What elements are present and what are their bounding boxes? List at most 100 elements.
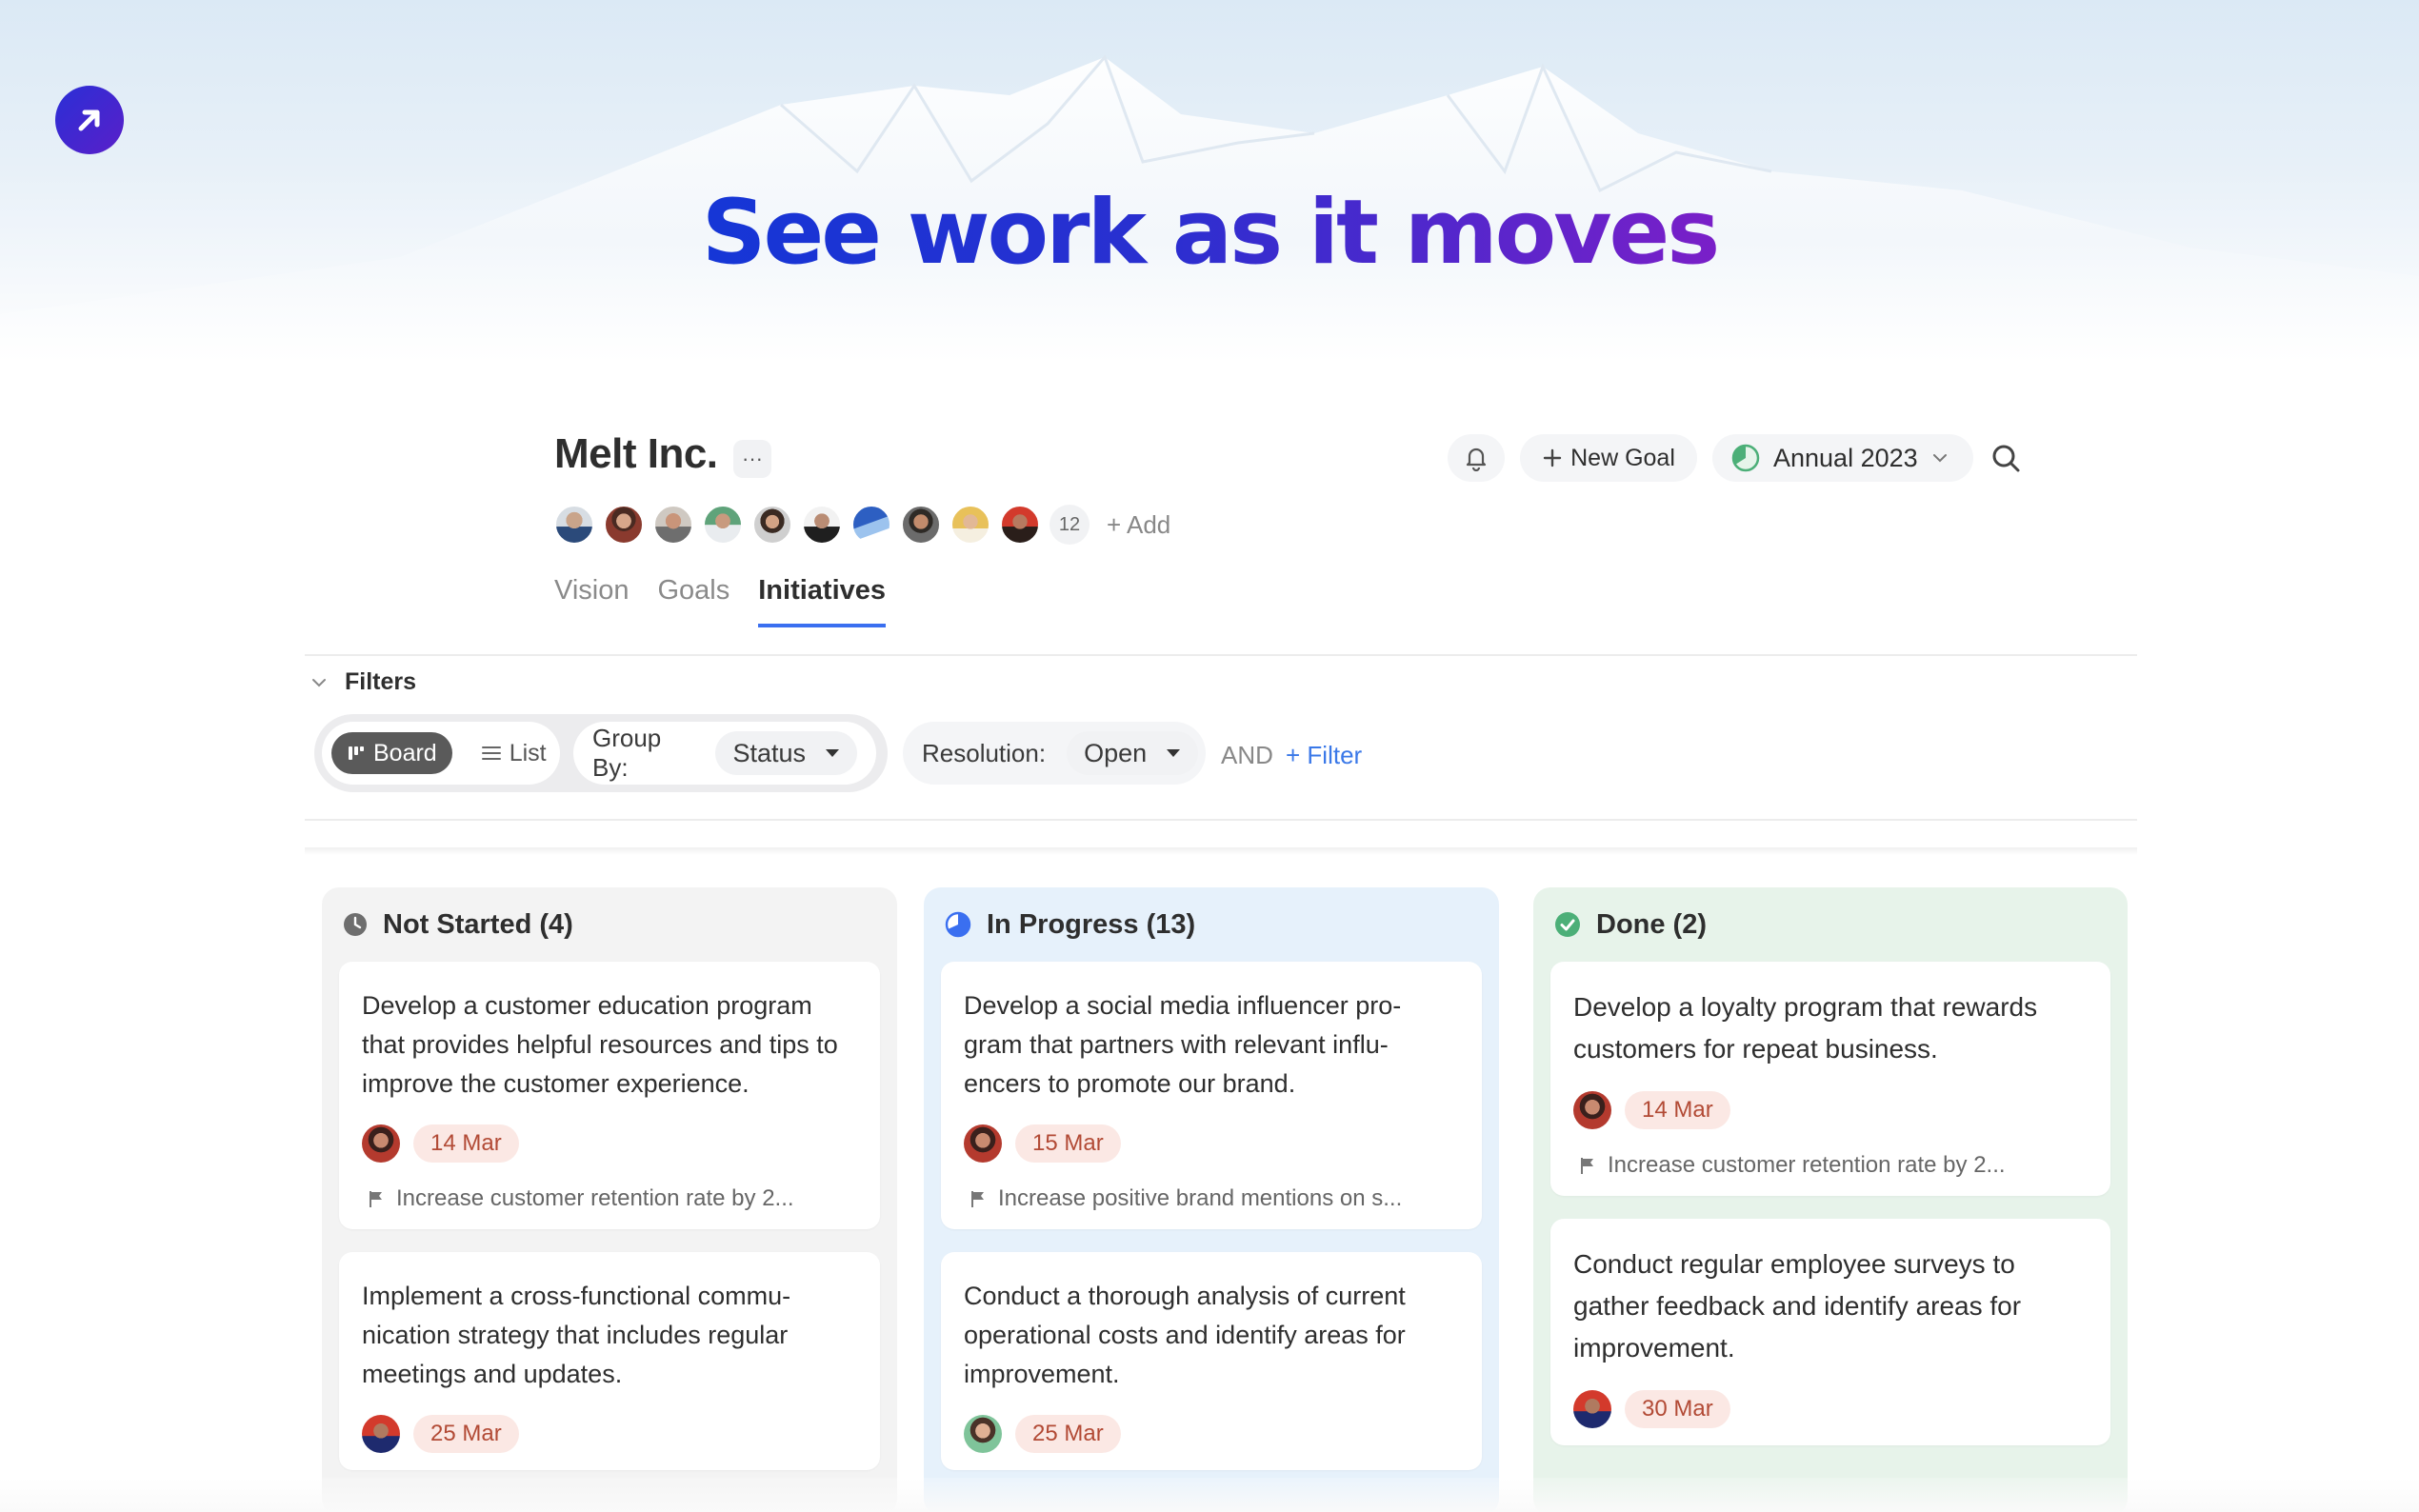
search-button[interactable] <box>1987 434 2025 482</box>
app-logo[interactable] <box>55 86 124 154</box>
initiative-card[interactable]: Develop a loyalty program that rewards c… <box>1550 962 2110 1196</box>
column-header: In Progress (13) <box>941 887 1482 962</box>
card-meta: 25 Mar <box>362 1415 857 1453</box>
card-meta: 14 Mar <box>1573 1091 2088 1129</box>
resolution-label: Resolution: <box>922 738 1047 767</box>
view-options-group: Board List Group By: Status <box>314 714 888 792</box>
group-by-label: Group By: <box>592 724 662 782</box>
list-view-button[interactable]: List <box>466 732 562 774</box>
list-icon <box>481 746 501 760</box>
period-selector[interactable]: Annual 2023 <box>1712 434 1973 482</box>
bottom-fade <box>0 1478 2419 1512</box>
avatar[interactable] <box>950 505 990 545</box>
hero-title: See work as it moves <box>701 181 1720 285</box>
card-title: Conduct regular employee surveys to gath… <box>1573 1249 2022 1363</box>
bell-icon <box>1466 448 1487 471</box>
linked-goal[interactable]: Increase positive brand mentions on s... <box>964 1185 1459 1212</box>
add-member-link[interactable]: + Add <box>1107 510 1170 540</box>
avatar[interactable] <box>901 505 941 545</box>
card-title: Develop a loyalty program that rewards c… <box>1573 992 2038 1064</box>
initiative-card[interactable]: Conduct a thorough analysis of current o… <box>941 1252 1482 1470</box>
card-meta: 25 Mar <box>964 1415 1459 1453</box>
new-goal-label: New Goal <box>1570 444 1675 471</box>
avatar[interactable] <box>604 505 644 545</box>
card-title: Develop a social media influencer pro-gr… <box>964 991 1402 1098</box>
resolution-select[interactable]: Open <box>1067 731 1199 775</box>
assignee-avatar[interactable] <box>362 1415 400 1453</box>
new-goal-button[interactable]: New Goal <box>1520 434 1697 482</box>
due-date-badge[interactable]: 15 Mar <box>1015 1124 1121 1163</box>
progress-status-icon <box>945 911 971 938</box>
resolution-filter: Resolution: Open <box>903 722 1206 785</box>
plus-icon <box>1543 448 1562 468</box>
due-date-badge[interactable]: 30 Mar <box>1625 1390 1730 1428</box>
column-title: Not Started (4) <box>383 908 573 940</box>
flag-icon <box>971 1191 984 1207</box>
view-tabs: Vision Goals Initiatives <box>554 575 887 627</box>
hero-banner: See work as it moves <box>0 0 2419 362</box>
linked-goal-label: Increase customer retention rate by 2... <box>1608 1152 2006 1178</box>
initiative-card[interactable]: Develop a customer education program tha… <box>339 962 880 1229</box>
period-label: Annual 2023 <box>1773 443 1918 472</box>
linked-goal-label: Increase customer retention rate by 2... <box>396 1185 794 1211</box>
filters-label: Filters <box>345 668 417 695</box>
group-by-value: Status <box>732 738 806 767</box>
assignee-avatar[interactable] <box>964 1124 1002 1163</box>
board-view-button[interactable]: Board <box>331 732 452 774</box>
workspace-title: Melt Inc. <box>554 430 718 477</box>
initiative-card[interactable]: Conduct regular employee surveys to gath… <box>1550 1219 2110 1445</box>
group-by-control: Group By: Status <box>573 722 876 785</box>
group-by-select[interactable]: Status <box>715 731 857 775</box>
member-avatars: 12 + Add <box>554 505 1170 545</box>
assignee-avatar[interactable] <box>1573 1390 1611 1428</box>
due-date-badge[interactable]: 25 Mar <box>413 1415 519 1453</box>
card-title: Conduct a thorough analysis of current o… <box>964 1282 1406 1388</box>
card-meta: 15 Mar <box>964 1124 1459 1163</box>
assignee-avatar[interactable] <box>362 1124 400 1163</box>
avatar[interactable] <box>554 505 594 545</box>
add-filter-button[interactable]: + Filter <box>1286 741 1362 770</box>
linked-goal[interactable]: Increase customer retention rate by 2... <box>1573 1152 2088 1179</box>
avatar[interactable] <box>851 505 891 545</box>
initiative-card[interactable]: Implement a cross-functional commu-nicat… <box>339 1252 880 1470</box>
card-title: Develop a customer education program tha… <box>362 991 838 1098</box>
chevron-down-icon <box>1932 454 1947 463</box>
assignee-avatar[interactable] <box>1573 1091 1611 1129</box>
board-icon <box>349 746 364 760</box>
divider <box>305 654 2137 656</box>
divider-shadow <box>305 847 2137 855</box>
board-view-label: Board <box>373 739 437 766</box>
tab-vision[interactable]: Vision <box>554 575 629 627</box>
member-count-badge[interactable]: 12 <box>1050 505 1090 545</box>
avatar[interactable] <box>703 505 743 545</box>
assignee-avatar[interactable] <box>964 1415 1002 1453</box>
due-date-badge[interactable]: 25 Mar <box>1015 1415 1121 1453</box>
flag-icon <box>370 1191 382 1207</box>
column-title: In Progress (13) <box>987 908 1196 940</box>
avatar[interactable] <box>1000 505 1040 545</box>
more-options-button[interactable]: ··· <box>733 440 771 478</box>
avatar[interactable] <box>802 505 842 545</box>
tab-initiatives[interactable]: Initiatives <box>758 575 887 627</box>
notifications-button[interactable] <box>1448 434 1505 482</box>
clock-status-icon <box>344 913 367 936</box>
column-header: Not Started (4) <box>339 887 880 962</box>
card-title: Implement a cross-functional commu-nicat… <box>362 1282 791 1388</box>
arrow-up-right-icon <box>78 109 100 131</box>
card-meta: 30 Mar <box>1573 1390 2088 1428</box>
due-date-badge[interactable]: 14 Mar <box>1625 1091 1730 1129</box>
board-column-in-progress: In Progress (13) Develop a social media … <box>924 887 1499 1512</box>
caret-down-icon <box>1167 749 1181 757</box>
flag-icon <box>1581 1158 1593 1174</box>
filters-toggle[interactable]: Filters <box>310 668 416 696</box>
and-operator-label: AND <box>1221 741 1273 769</box>
column-header: Done (2) <box>1550 887 2110 962</box>
avatar[interactable] <box>653 505 693 545</box>
check-circle-icon <box>1555 912 1580 937</box>
tab-goals[interactable]: Goals <box>657 575 730 627</box>
due-date-badge[interactable]: 14 Mar <box>413 1124 519 1163</box>
linked-goal[interactable]: Increase customer retention rate by 2... <box>362 1185 857 1212</box>
chevron-down-icon <box>312 678 326 686</box>
initiative-card[interactable]: Develop a social media influencer pro-gr… <box>941 962 1482 1229</box>
avatar[interactable] <box>752 505 792 545</box>
